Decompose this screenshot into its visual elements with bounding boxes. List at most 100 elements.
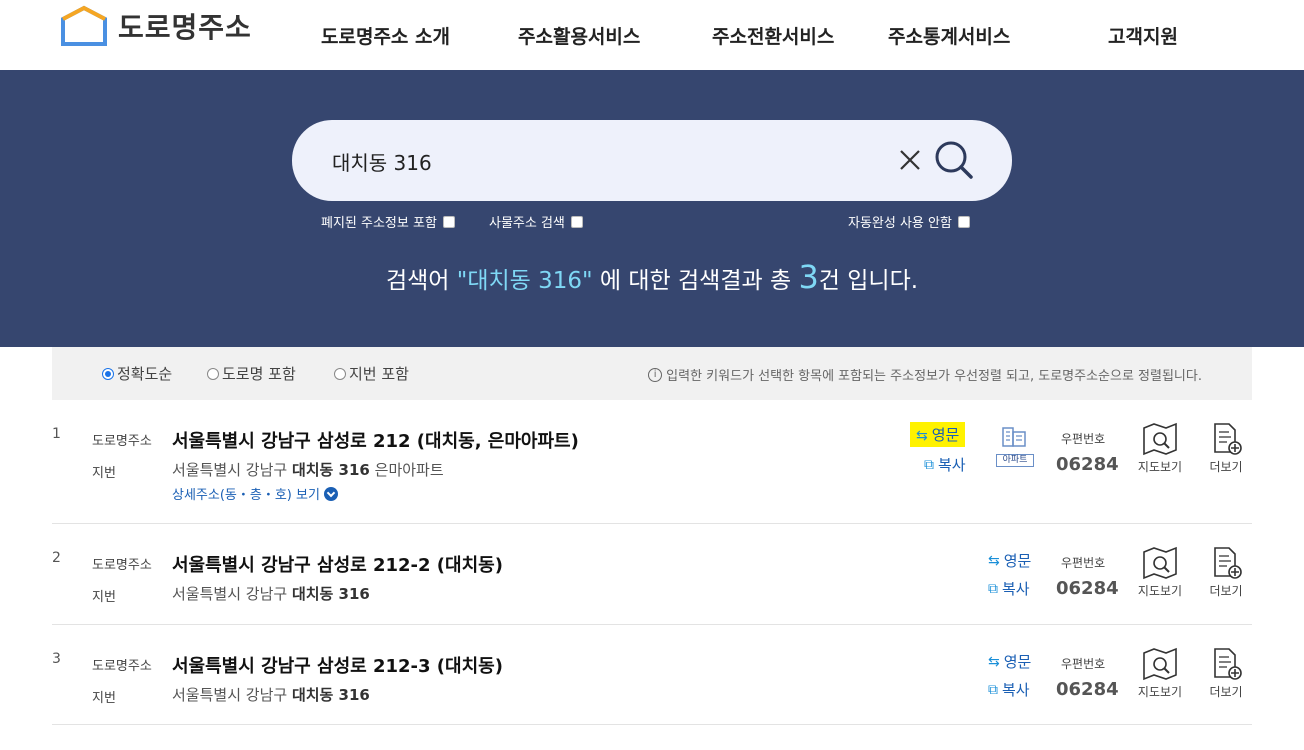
jibun-label: 지번: [92, 466, 116, 481]
nav-statistics-services[interactable]: 주소통계서비스: [888, 22, 1010, 49]
info-icon: i: [648, 367, 663, 382]
road-address: 서울특별시 강남구 삼성로 212 (대치동, 은마아파트): [172, 431, 579, 452]
nav-usage-services[interactable]: 주소활용서비스: [518, 22, 640, 49]
result-number: 1: [52, 426, 61, 442]
jibun-label: 지번: [92, 691, 116, 706]
zip-code: 06284: [1056, 454, 1119, 475]
jibun-keyword: 대치동 316: [291, 686, 370, 704]
english-label: 영문: [1003, 653, 1032, 671]
zip-label: 우편번호: [1061, 657, 1106, 671]
building-option: 사물주소 검색: [489, 212, 583, 231]
jibun-label: 지번: [92, 590, 116, 605]
sort-note: i 입력한 키워드가 선택한 항목에 포함되는 주소정보가 우선정렬 되고, 도…: [648, 365, 1202, 384]
map-search-icon: [1143, 422, 1177, 456]
search-section: 폐지된 주소정보 포함 사물주소 검색 자동완성 사용 안함 검색어 "대치동 …: [0, 70, 1304, 347]
english-button[interactable]: ⇆ 영문: [988, 651, 1031, 672]
logo[interactable]: 도로명주소: [60, 5, 252, 47]
english-label: 영문: [931, 426, 960, 444]
building-option-label: 사물주소 검색: [489, 216, 565, 231]
result-row: 1 도로명주소 서울특별시 강남구 삼성로 212 (대치동, 은마아파트) 지…: [52, 400, 1252, 524]
jibun-prefix: 서울특별시 강남구: [172, 461, 292, 479]
copy-icon: ⧉: [988, 681, 998, 698]
abolished-option: 폐지된 주소정보 포함: [321, 212, 455, 231]
nav-conversion-services[interactable]: 주소전환서비스: [712, 22, 834, 49]
sort-road-radio[interactable]: 도로명 포함: [207, 363, 296, 384]
search-icon[interactable]: [934, 140, 974, 180]
map-view-button[interactable]: 지도보기: [1130, 422, 1190, 475]
road-address: 서울특별시 강남구 삼성로 212-2 (대치동): [172, 555, 503, 576]
copy-label: 복사: [1002, 681, 1030, 699]
map-view-label: 지도보기: [1137, 584, 1183, 598]
more-button[interactable]: 더보기: [1196, 422, 1256, 475]
map-search-icon: [1143, 546, 1177, 580]
map-view-label: 지도보기: [1137, 460, 1183, 474]
sort-jibun-radio[interactable]: 지번 포함: [334, 363, 409, 384]
summary-suffix: 건 입니다.: [818, 268, 919, 294]
zip-code: 06284: [1056, 679, 1119, 700]
sort-filter-bar: 정확도순 도로명 포함 지번 포함 i 입력한 키워드가 선택한 항목에 포함되…: [52, 347, 1252, 400]
radio-icon: [334, 367, 346, 380]
result-number: 2: [52, 550, 61, 566]
detail-link-label: 상세주소(동・층・호) 보기: [172, 488, 320, 503]
building-checkbox[interactable]: [570, 215, 583, 228]
apartment-badge: 아파트: [996, 426, 1034, 467]
detail-address-link[interactable]: 상세주소(동・층・호) 보기: [172, 484, 338, 503]
copy-icon: ⧉: [924, 456, 934, 473]
jibun-suffix: 은마아파트: [369, 461, 444, 479]
zip-code: 06284: [1056, 578, 1119, 599]
nav-customer-support[interactable]: 고객지원: [1108, 22, 1178, 49]
swap-icon: ⇆: [988, 653, 1000, 670]
more-label: 더보기: [1209, 584, 1243, 598]
road-label: 도로명주소: [92, 558, 152, 573]
zip-label: 우편번호: [1061, 556, 1106, 570]
english-button[interactable]: ⇆ 영문: [988, 550, 1031, 571]
copy-button[interactable]: ⧉ 복사: [924, 454, 966, 475]
summary-keyword: "대치동 316": [456, 268, 593, 294]
abolished-option-label: 폐지된 주소정보 포함: [321, 216, 437, 231]
result-summary: 검색어 "대치동 316" 에 대한 검색결과 총 3건 입니다.: [0, 258, 1304, 296]
site-header: 도로명주소 도로명주소 소개 주소활용서비스 주소전환서비스 주소통계서비스 고…: [0, 0, 1304, 70]
swap-icon: ⇆: [988, 552, 1000, 569]
summary-count: 3: [798, 258, 819, 296]
autocomplete-option-label: 자동완성 사용 안함: [848, 216, 952, 231]
more-button[interactable]: 더보기: [1196, 546, 1256, 599]
autocomplete-option: 자동완성 사용 안함: [848, 212, 970, 231]
jibun-prefix: 서울특별시 강남구: [172, 585, 292, 603]
swap-icon: ⇆: [916, 428, 928, 444]
sort-accuracy-label: 정확도순: [117, 365, 173, 383]
result-number: 3: [52, 651, 61, 667]
english-label: 영문: [1003, 552, 1032, 570]
autocomplete-checkbox[interactable]: [957, 215, 970, 228]
result-row: 3 도로명주소 서울특별시 강남구 삼성로 212-3 (대치동) 지번 서울특…: [52, 625, 1252, 725]
clear-icon[interactable]: [896, 146, 924, 174]
copy-button[interactable]: ⧉ 복사: [988, 578, 1030, 599]
chevron-down-icon: [323, 486, 338, 501]
road-label: 도로명주소: [92, 434, 152, 449]
document-plus-icon: [1214, 648, 1242, 680]
radio-icon: [207, 367, 219, 380]
copy-label: 복사: [938, 456, 966, 474]
search-input[interactable]: [332, 144, 852, 178]
sort-accuracy-radio[interactable]: 정확도순: [102, 363, 172, 384]
summary-middle: 에 대한 검색결과 총: [592, 268, 799, 294]
jibun-address: 서울특별시 강남구 대치동 316: [172, 583, 370, 604]
result-row: 2 도로명주소 서울특별시 강남구 삼성로 212-2 (대치동) 지번 서울특…: [52, 524, 1252, 625]
logo-text: 도로명주소: [118, 11, 252, 44]
nav-intro[interactable]: 도로명주소 소개: [321, 22, 450, 49]
map-view-button[interactable]: 지도보기: [1130, 546, 1190, 599]
abolished-checkbox[interactable]: [442, 215, 455, 228]
jibun-keyword: 대치동 316: [291, 585, 370, 603]
copy-icon: ⧉: [988, 580, 998, 597]
sort-jibun-label: 지번 포함: [349, 365, 409, 383]
map-view-button[interactable]: 지도보기: [1130, 647, 1190, 700]
copy-button[interactable]: ⧉ 복사: [988, 679, 1030, 700]
sort-note-text: 입력한 키워드가 선택한 항목에 포함되는 주소정보가 우선정렬 되고, 도로명…: [666, 369, 1202, 384]
road-label: 도로명주소: [92, 659, 152, 674]
english-button[interactable]: ⇆ 영문: [910, 422, 966, 447]
apartment-label: 아파트: [996, 454, 1034, 467]
search-box: [292, 120, 1012, 201]
more-button[interactable]: 더보기: [1196, 647, 1256, 700]
zip-label: 우편번호: [1061, 432, 1106, 446]
apartment-icon: [1002, 427, 1026, 447]
jibun-prefix: 서울특별시 강남구: [172, 686, 292, 704]
